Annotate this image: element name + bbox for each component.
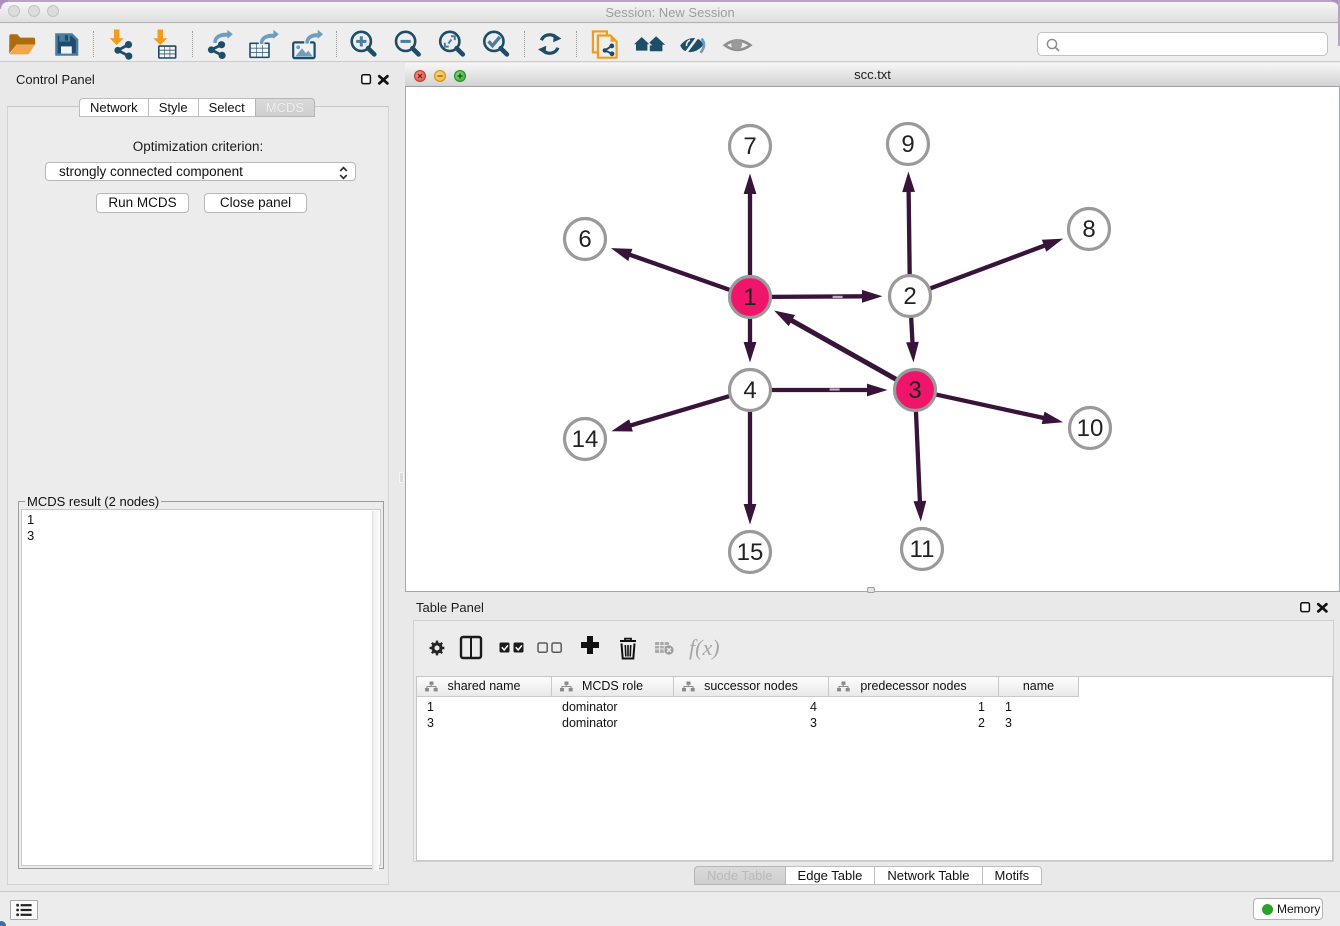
svg-text:11: 11 <box>910 536 935 563</box>
svg-text:15: 15 <box>737 539 764 566</box>
svg-text:14: 14 <box>572 426 599 453</box>
svg-text:7: 7 <box>743 133 756 160</box>
svg-text:3: 3 <box>908 377 921 404</box>
svg-text:9: 9 <box>901 131 914 158</box>
svg-text:8: 8 <box>1082 216 1095 243</box>
svg-text:2: 2 <box>903 283 916 310</box>
svg-text:4: 4 <box>743 377 756 404</box>
svg-text:6: 6 <box>578 226 591 253</box>
svg-text:f(x): f(x) <box>689 635 720 660</box>
svg-text:10: 10 <box>1077 415 1104 442</box>
svg-text:1: 1 <box>743 284 756 311</box>
